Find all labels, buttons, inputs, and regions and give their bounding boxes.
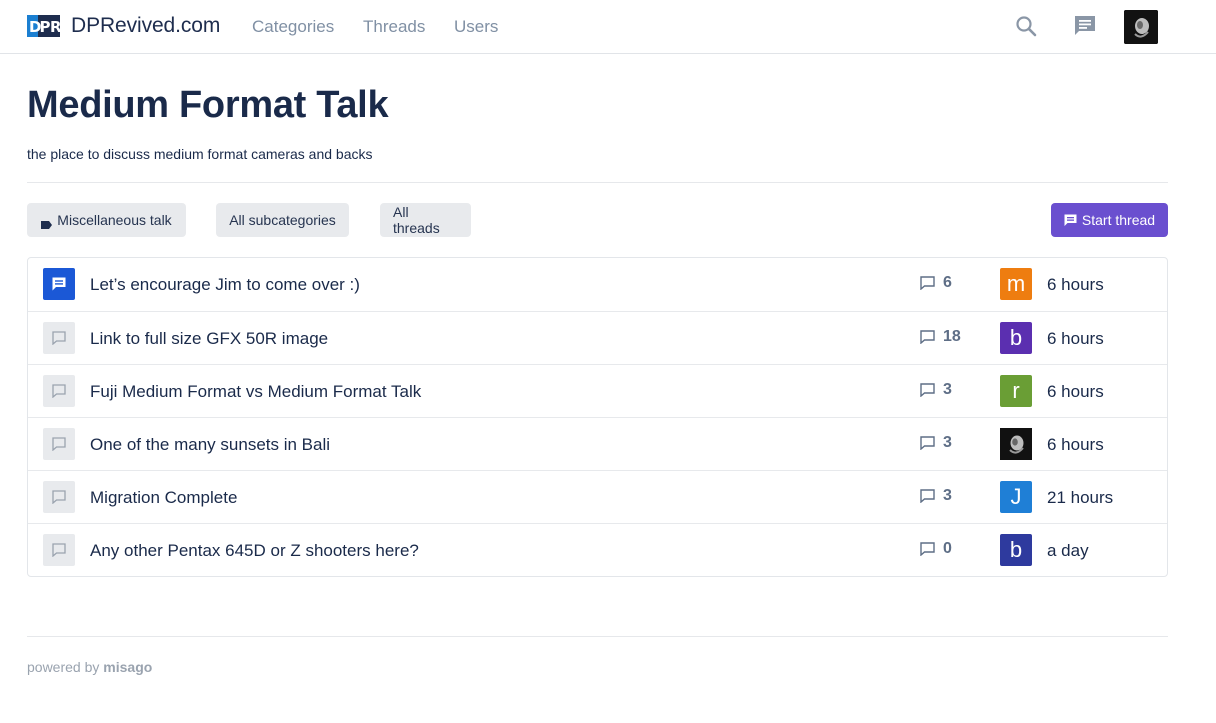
all-threads-button[interactable]: All threads: [380, 203, 471, 237]
last-poster-avatar[interactable]: [1000, 428, 1032, 460]
avatar-initial: b: [1009, 325, 1023, 350]
thread-list: Let’s encourage Jim to come over :) 6 m 6 h…: [27, 257, 1168, 577]
replies-icon: [920, 276, 935, 290]
nav-link-users[interactable]: Users: [454, 17, 498, 37]
thread-row[interactable]: Fuji Medium Format vs Medium Format Talk…: [28, 364, 1167, 417]
all-subcategories-button[interactable]: All subcategories: [216, 203, 349, 237]
footer: powered by misago: [27, 659, 152, 675]
page-title: Medium Format Talk: [27, 84, 389, 126]
tag-icon: [41, 216, 53, 229]
nav-link-threads[interactable]: Threads: [363, 17, 425, 37]
thread-title[interactable]: Link to full size GFX 50R image: [90, 329, 328, 349]
last-poster-avatar[interactable]: b: [1000, 534, 1032, 566]
thread-status-icon[interactable]: [43, 481, 75, 513]
replies-icon: [920, 489, 935, 503]
replies-count: 18: [943, 328, 961, 345]
footer-divider: [27, 636, 1168, 637]
avatar-initial: m: [1006, 271, 1026, 296]
last-activity-time[interactable]: 21 hours: [1047, 488, 1113, 508]
last-poster-avatar[interactable]: m: [1000, 268, 1032, 300]
thread-title[interactable]: Fuji Medium Format vs Medium Format Talk: [90, 382, 421, 402]
divider: [27, 182, 1168, 183]
thread-row[interactable]: Any other Pentax 645D or Z shooters here…: [28, 523, 1167, 576]
thread-title[interactable]: Any other Pentax 645D or Z shooters here…: [90, 541, 419, 561]
thread-status-icon[interactable]: [43, 534, 75, 566]
brand-name: DPRevived.com: [71, 14, 221, 37]
private-threads-icon[interactable]: [1072, 13, 1098, 39]
thread-replies: 3: [920, 381, 952, 399]
replies-count: 3: [943, 381, 952, 398]
thread-row[interactable]: Migration Complete 3 J 21 hours: [28, 470, 1167, 523]
replies-count: 6: [943, 274, 952, 291]
avatar-initial: J: [1010, 484, 1022, 509]
nav-link-categories[interactable]: Categories: [252, 17, 334, 37]
all-threads-label: All threads: [393, 204, 440, 236]
last-activity-time[interactable]: 6 hours: [1047, 435, 1104, 455]
all-subcategories-label: All subcategories: [229, 212, 336, 228]
thread-replies: 6: [920, 274, 952, 292]
replies-count: 3: [943, 487, 952, 504]
replies-count: 3: [943, 434, 952, 451]
thread-replies: 3: [920, 487, 952, 505]
start-thread-label: Start thread: [1081, 212, 1156, 228]
navbar: D P R DPRevived.com Categories Threads U…: [0, 0, 1216, 54]
svg-text:P: P: [40, 18, 51, 36]
avatar-initial: b: [1009, 537, 1023, 562]
last-poster-avatar[interactable]: b: [1000, 322, 1032, 354]
thread-title[interactable]: One of the many sunsets in Bali: [90, 435, 330, 455]
thread-status-icon[interactable]: [43, 428, 75, 460]
replies-icon: [920, 542, 935, 556]
powered-by-text: powered by: [27, 659, 100, 675]
page-description: the place to discuss medium format camer…: [27, 146, 373, 162]
thread-row[interactable]: Let’s encourage Jim to come over :) 6 m 6 h…: [28, 258, 1167, 311]
start-thread-button[interactable]: Start thread: [1051, 203, 1168, 237]
last-activity-time[interactable]: 6 hours: [1047, 329, 1104, 349]
last-poster-avatar[interactable]: J: [1000, 481, 1032, 513]
search-icon[interactable]: [1013, 13, 1039, 39]
thread-replies: 18: [920, 328, 961, 346]
user-avatar[interactable]: [1124, 10, 1158, 44]
thread-replies: 3: [920, 434, 952, 452]
thread-title[interactable]: Migration Complete: [90, 488, 237, 508]
chat-icon: [1064, 214, 1077, 226]
thread-title[interactable]: Let’s encourage Jim to come over :): [90, 275, 360, 295]
replies-icon: [920, 330, 935, 344]
last-poster-avatar[interactable]: r: [1000, 375, 1032, 407]
thread-replies: 0: [920, 540, 952, 558]
last-activity-time[interactable]: 6 hours: [1047, 382, 1104, 402]
avatar-initial: r: [1012, 378, 1020, 403]
brand-logo: D P R: [27, 15, 62, 37]
svg-text:R: R: [50, 18, 60, 36]
replies-icon: [920, 383, 935, 397]
thread-status-icon[interactable]: [43, 322, 75, 354]
thread-status-icon[interactable]: [43, 375, 75, 407]
subcategory-button[interactable]: Miscellaneous talk: [27, 203, 186, 237]
last-activity-time[interactable]: 6 hours: [1047, 275, 1104, 295]
thread-row[interactable]: Link to full size GFX 50R image 18 b 6 hour…: [28, 311, 1167, 364]
brand-link[interactable]: D P R DPRevived.com: [27, 14, 220, 38]
replies-icon: [920, 436, 935, 450]
thread-row[interactable]: One of the many sunsets in Bali 3 6 hours: [28, 417, 1167, 470]
last-activity-time[interactable]: a day: [1047, 541, 1089, 561]
replies-count: 0: [943, 540, 952, 557]
subcategory-label: Miscellaneous talk: [57, 212, 172, 228]
thread-status-icon[interactable]: [43, 268, 75, 300]
misago-link[interactable]: misago: [103, 659, 152, 675]
